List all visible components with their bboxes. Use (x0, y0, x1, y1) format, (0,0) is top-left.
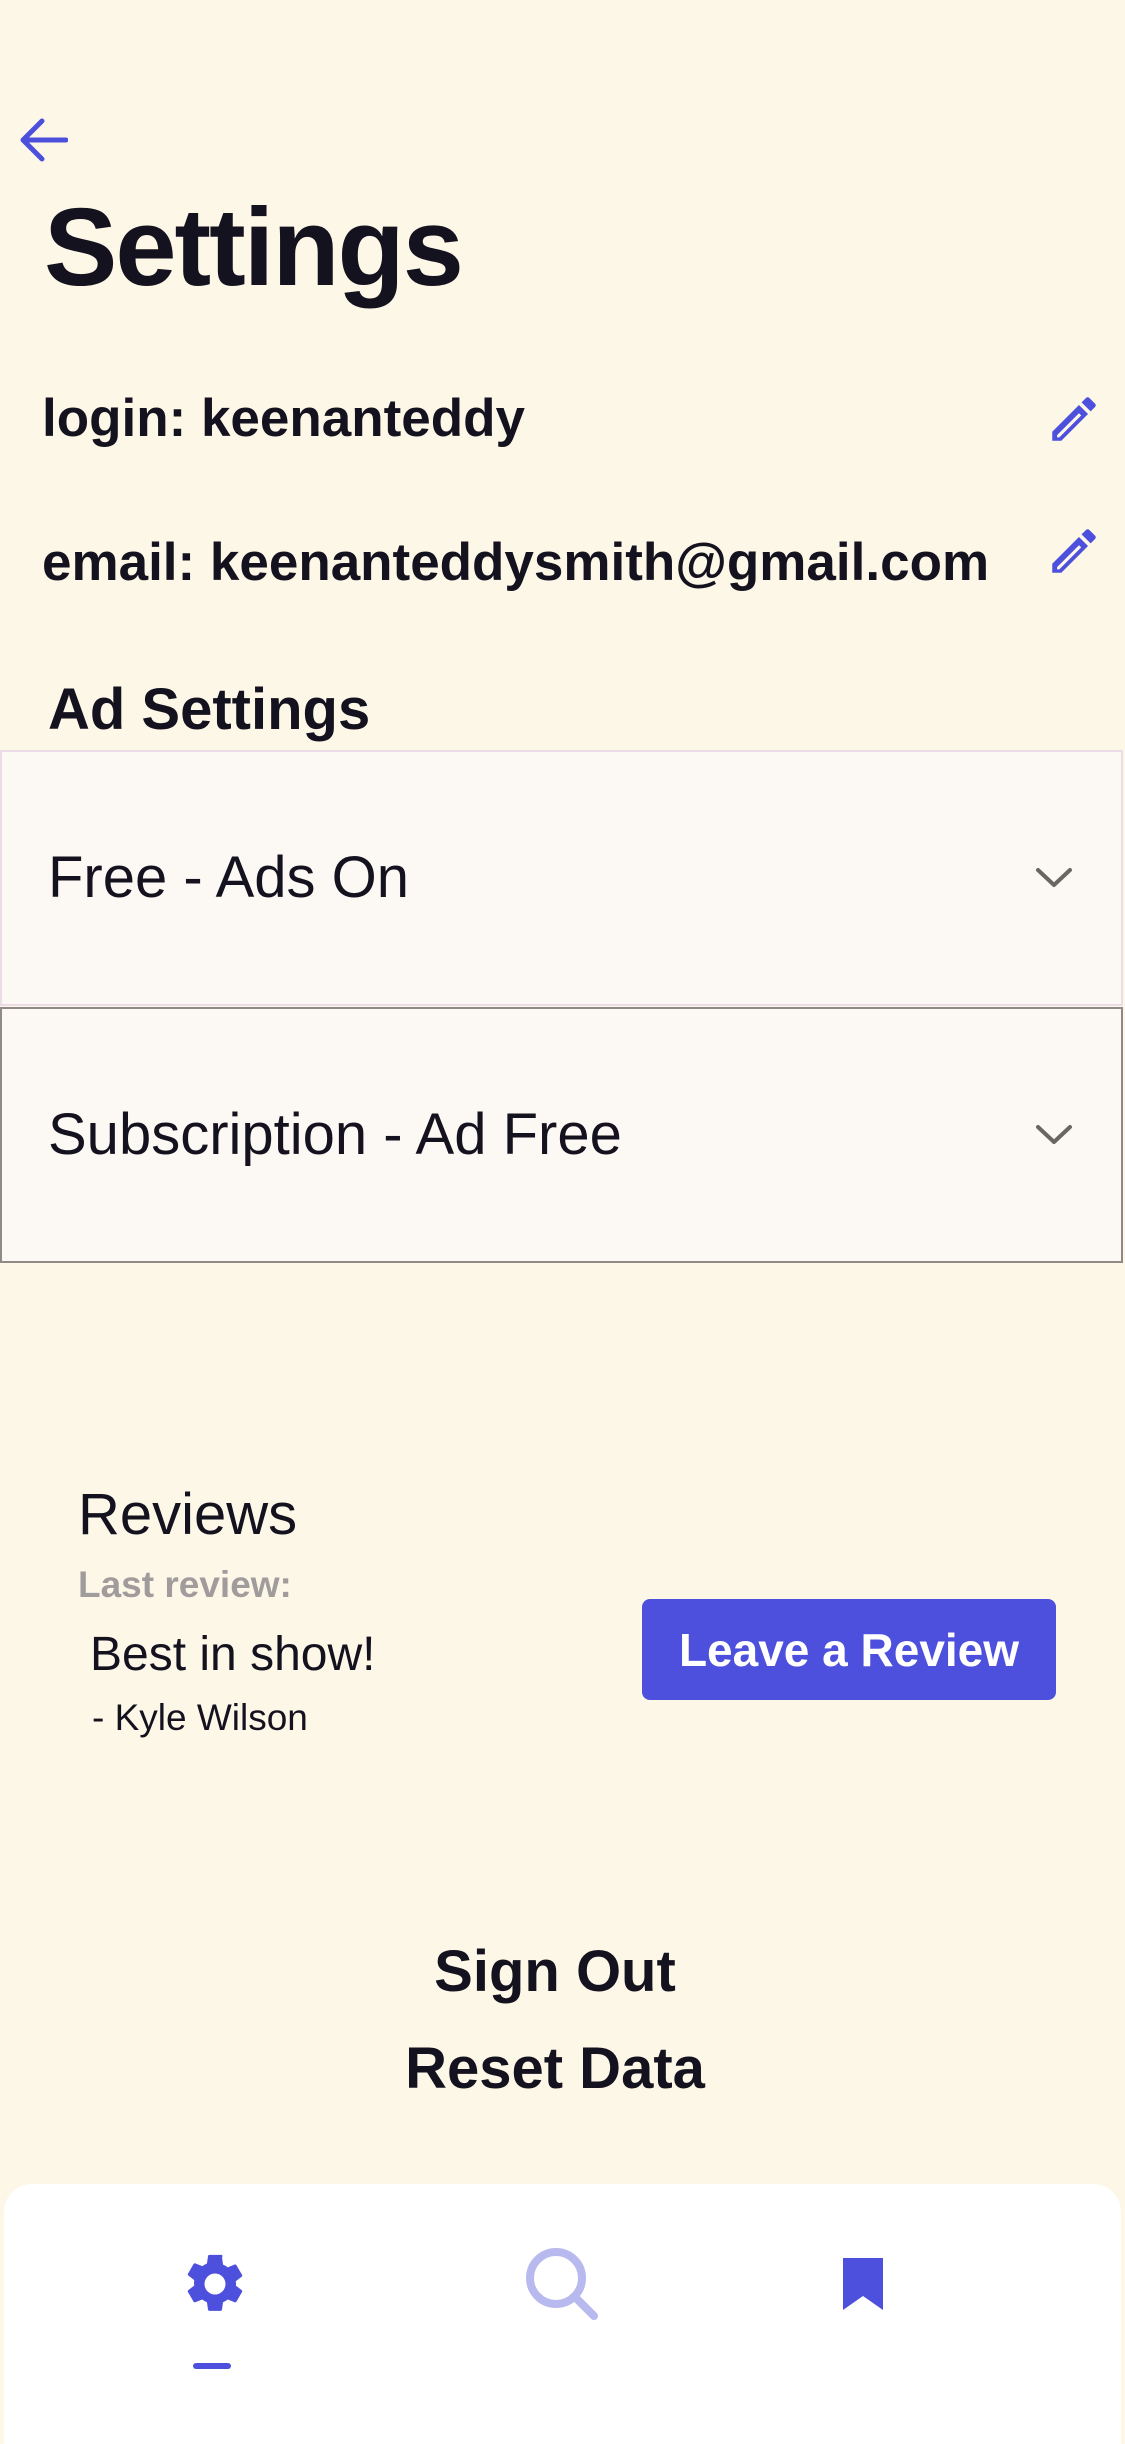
ad-option-free-dropdown[interactable]: Free - Ads On (0, 750, 1123, 1006)
reset-data-button[interactable]: Reset Data (0, 2029, 1110, 2109)
ad-settings-heading: Ad Settings (48, 677, 371, 742)
active-tab-indicator (193, 2363, 231, 2369)
nav-item-settings[interactable] (125, 2184, 305, 2384)
arrow-left-icon (20, 118, 68, 162)
dropdown-label: Subscription - Ad Free (48, 1102, 622, 1167)
bottom-nav (4, 2184, 1121, 2444)
last-review-label: Last review: (78, 1564, 292, 1605)
edit-login-button[interactable] (1041, 386, 1107, 452)
search-icon (526, 2248, 598, 2320)
leave-review-button[interactable]: Leave a Review (642, 1599, 1056, 1700)
login-text: login: keenanteddy (42, 389, 525, 448)
pencil-icon (1052, 529, 1096, 573)
chevron-down-icon (1031, 1112, 1077, 1158)
sign-out-button[interactable]: Sign Out (0, 1932, 1110, 2012)
reviews-title: Reviews (78, 1482, 298, 1547)
chevron-down-icon (1031, 855, 1077, 901)
login-row: login: keenanteddy (42, 374, 1125, 464)
email-row: email: keenanteddysmith@gmail.com (42, 518, 1125, 608)
review-quote: Best in show! (90, 1628, 376, 1681)
pencil-icon (1052, 397, 1096, 441)
gear-icon (187, 2254, 243, 2311)
review-author: - Kyle Wilson (92, 1697, 308, 1738)
back-button[interactable] (12, 112, 74, 168)
page-title: Settings (44, 186, 464, 309)
bookmark-icon (843, 2258, 883, 2310)
dropdown-label: Free - Ads On (48, 845, 410, 910)
edit-email-button[interactable] (1041, 518, 1107, 584)
nav-item-bookmarks[interactable] (773, 2184, 953, 2384)
ad-option-subscription-dropdown[interactable]: Subscription - Ad Free (0, 1007, 1123, 1263)
nav-item-search[interactable] (472, 2184, 652, 2384)
email-text: email: keenanteddysmith@gmail.com (42, 533, 990, 592)
